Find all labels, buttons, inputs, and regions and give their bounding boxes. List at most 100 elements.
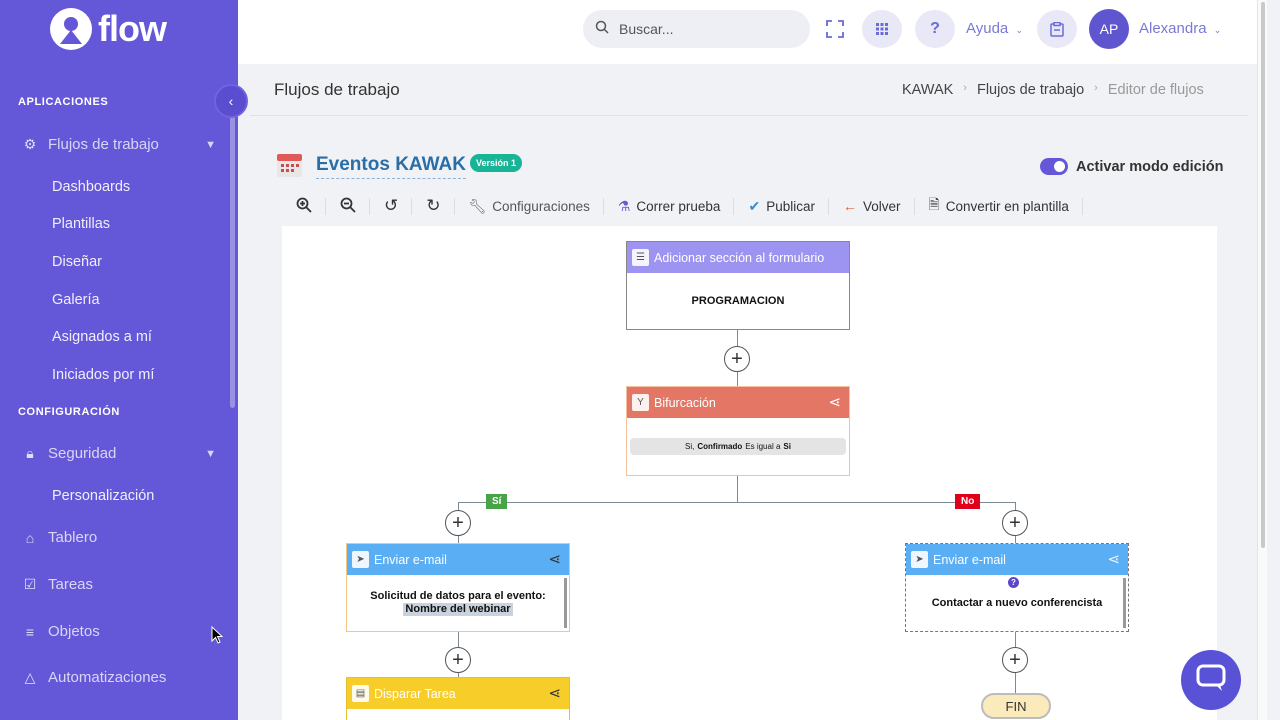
flow-title[interactable]: Eventos KAWAK [316, 154, 466, 179]
flow-canvas[interactable]: ☰ Adicionar sección al formulario PROGRA… [282, 226, 1217, 720]
redo-icon: ↻ [426, 196, 441, 215]
node-scrollbar[interactable] [564, 578, 567, 628]
version-badge: Versión 1 [470, 154, 523, 172]
sidebar-scrollbar[interactable] [230, 110, 235, 408]
home-icon: ⌂ [25, 529, 35, 546]
sidebar-item-objetos[interactable]: ≡ Objetos [22, 623, 222, 640]
checkbox-icon: ☑ [23, 576, 37, 592]
app-name: flow [98, 8, 167, 49]
user-menu[interactable]: Alexandra ⌄ [1139, 20, 1221, 37]
share-icon[interactable]: ⋖ [548, 684, 561, 702]
section-heading-apps: APLICACIONES [18, 96, 109, 108]
breadcrumb-editor: Editor de flujos [1107, 82, 1204, 98]
sidebar-item-flujos[interactable]: ⚙ Flujos de trabajo ▼ [22, 136, 222, 153]
sidebar-sub-personalizacion[interactable]: Personalización [52, 488, 154, 504]
chat-button[interactable] [1181, 650, 1241, 710]
page-scrollbar[interactable] [1257, 0, 1267, 720]
sidebar-sub-plantillas[interactable]: Plantillas [52, 216, 110, 232]
end-node[interactable]: FIN [981, 693, 1051, 719]
add-step-button[interactable]: + [445, 647, 471, 673]
workflow-icon: ⚙ [23, 136, 37, 152]
node-add-section[interactable]: ☰ Adicionar sección al formulario PROGRA… [626, 241, 850, 330]
node-header: ☰ Adicionar sección al formulario [627, 242, 849, 273]
email-subject: Solicitud de datos para el evento: [370, 590, 546, 602]
edit-mode-toggle[interactable] [1040, 158, 1068, 175]
sidebar: flow APLICACIONES ⚙ Flujos de trabajo ▼ … [0, 0, 238, 720]
sidebar-item-tareas[interactable]: ☑ Tareas [22, 576, 222, 593]
help-icon[interactable]: ? [915, 10, 955, 48]
question-badge-icon: ? [1008, 577, 1019, 588]
add-step-button[interactable]: + [445, 510, 471, 536]
share-icon[interactable]: ⋖ [548, 550, 561, 568]
chevron-down-icon: ▼ [205, 138, 216, 151]
node-title: Enviar e-mail [374, 552, 447, 567]
sidebar-item-seguridad[interactable]: 🔒︎ Seguridad ▼ [22, 445, 222, 462]
undo-button[interactable]: ↺ [370, 190, 413, 222]
back-button[interactable]: ← Volver [829, 190, 915, 222]
publish-button[interactable]: ✔ Publicar [734, 190, 829, 222]
node-send-email-right[interactable]: ➤ Enviar e-mail ⋖ ? Contactar a nuevo co… [905, 543, 1129, 632]
connector [737, 476, 738, 502]
add-step-button[interactable]: + [1002, 510, 1028, 536]
share-icon[interactable]: ⋖ [1107, 550, 1120, 568]
sidebar-item-tablero[interactable]: ⌂ Tablero [22, 529, 222, 546]
chevron-down-icon: ⌄ [1015, 25, 1023, 35]
sidebar-sub-disenar[interactable]: Diseñar [52, 254, 102, 270]
sidebar-item-label: Automatizaciones [48, 669, 167, 686]
zoom-out-icon [340, 197, 356, 216]
convert-template-label: Convertir en plantilla [945, 198, 1069, 214]
user-name: Alexandra [1139, 20, 1207, 37]
sidebar-sub-iniciados[interactable]: Iniciados por mí [52, 367, 154, 383]
chevron-right-icon: › [963, 82, 967, 94]
node-title: Bifurcación [654, 395, 716, 410]
condition-operator: Es igual a [745, 442, 781, 451]
connector [737, 370, 738, 387]
run-test-label: Correr prueba [636, 198, 721, 214]
fullscreen-icon[interactable] [815, 10, 855, 48]
sidebar-collapse-button[interactable]: ‹ [214, 84, 248, 118]
send-icon: ➤ [352, 551, 369, 568]
connector [1015, 672, 1016, 693]
help-label: Ayuda [966, 20, 1009, 37]
zoom-out-button[interactable] [326, 190, 370, 222]
node-header: ➤ Enviar e-mail ⋖ [347, 544, 569, 575]
sidebar-item-automatizaciones[interactable]: △ Automatizaciones [22, 669, 222, 686]
node-scrollbar[interactable] [1123, 578, 1126, 628]
clipboard-icon[interactable] [1037, 10, 1077, 48]
run-test-button[interactable]: ⚗ Correr prueba [604, 190, 735, 222]
search-box[interactable] [583, 10, 810, 48]
connector [1015, 631, 1016, 647]
app-logo[interactable]: flow [50, 8, 167, 50]
node-send-email-left[interactable]: ➤ Enviar e-mail ⋖ Solicitud de datos par… [346, 543, 570, 632]
node-trigger-task[interactable]: ▤ Disparar Tarea ⋖ [346, 677, 570, 720]
chevron-right-icon: › [1094, 82, 1098, 94]
help-menu[interactable]: Ayuda ⌄ [966, 20, 1023, 37]
apps-grid-icon[interactable] [862, 10, 902, 48]
sidebar-sub-galeria[interactable]: Galería [52, 292, 100, 308]
file-export-icon: 🗎 [928, 196, 940, 212]
breadcrumb-kawak[interactable]: KAWAK [902, 82, 953, 98]
convert-template-button[interactable]: 🗎 Convertir en plantilla [915, 190, 1084, 222]
share-icon[interactable]: ⋖ [828, 393, 841, 411]
add-step-button[interactable]: + [1002, 647, 1028, 673]
node-fork[interactable]: Y Bifurcación ⋖ Si, Confirmado Es igual … [626, 386, 850, 476]
breadcrumb-flujos[interactable]: Flujos de trabajo [977, 82, 1084, 98]
sidebar-sub-asignados[interactable]: Asignados a mí [52, 329, 152, 345]
scrollbar-thumb[interactable] [1261, 2, 1265, 548]
send-icon: ➤ [911, 551, 928, 568]
search-input[interactable] [619, 21, 789, 37]
sidebar-sub-dashboards[interactable]: Dashboards [52, 179, 130, 195]
sidebar-item-label: Tablero [48, 529, 98, 546]
node-body: PROGRAMACION [691, 295, 785, 307]
top-bar: ? Ayuda ⌄ AP Alexandra ⌄ [238, 0, 1257, 64]
clipboard-icon: ▤ [352, 685, 369, 702]
add-step-button[interactable]: + [724, 346, 750, 372]
undo-icon: ↺ [384, 196, 399, 215]
configurations-button[interactable]: 🔧︎ Configuraciones [455, 190, 605, 222]
zoom-in-icon [296, 197, 312, 216]
page-title: Flujos de trabajo [274, 80, 400, 99]
zoom-in-button[interactable] [282, 190, 326, 222]
fork-icon: Y [632, 394, 649, 411]
avatar[interactable]: AP [1089, 9, 1129, 49]
redo-button[interactable]: ↻ [412, 190, 455, 222]
